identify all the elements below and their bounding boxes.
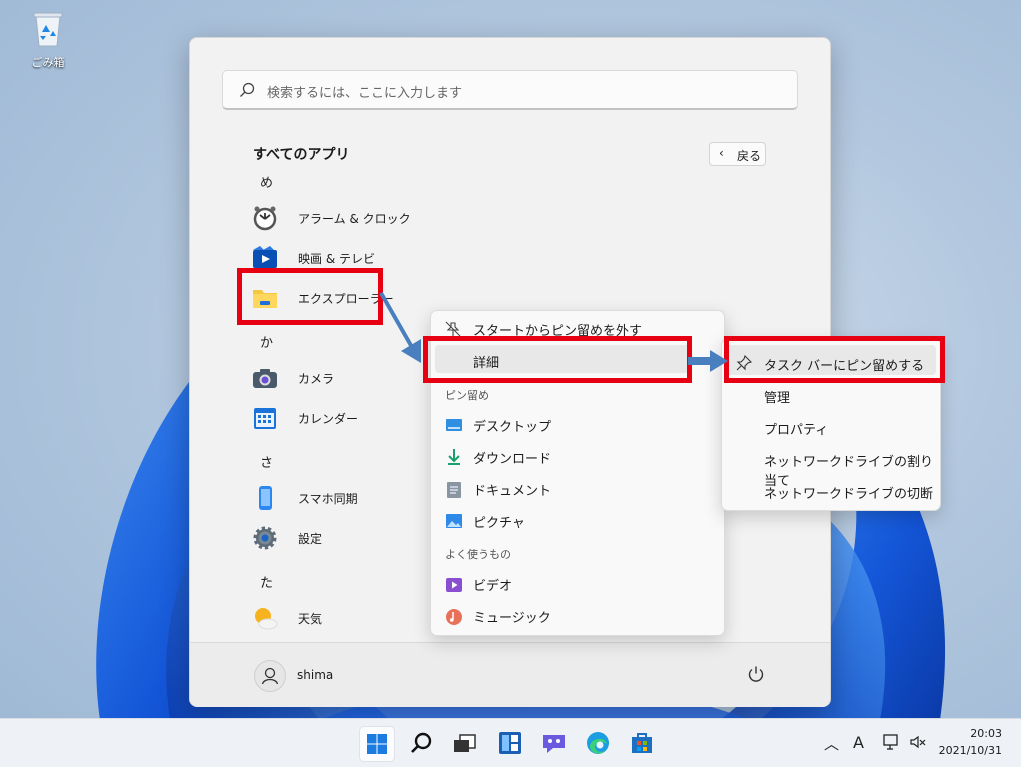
search-icon — [411, 732, 432, 753]
chat-button[interactable] — [537, 726, 571, 760]
frequent-section-header: よく使うもの — [445, 548, 511, 561]
back-button[interactable]: ‹ 戻る — [709, 142, 766, 166]
phone-link-icon — [259, 486, 272, 510]
recycle-bin-label: ごみ箱 — [31, 56, 65, 69]
task-view-icon — [454, 734, 476, 752]
unpin-icon — [445, 321, 461, 337]
edge-button[interactable] — [581, 726, 615, 760]
windows-logo-icon — [367, 734, 387, 754]
task-view-button[interactable] — [448, 726, 482, 760]
pinned-section-header: ピン留め — [445, 389, 489, 402]
store-icon — [632, 733, 652, 753]
documents-icon — [447, 482, 461, 498]
back-label: 戻る — [737, 149, 762, 163]
user-avatar[interactable] — [254, 660, 286, 692]
clock-time: 20:03 — [970, 727, 1002, 740]
pictures-icon — [446, 514, 462, 528]
app-alarm-clock[interactable]: アラーム & クロック — [252, 201, 522, 235]
recycle-bin-icon — [33, 12, 63, 47]
start-footer: shima — [190, 642, 830, 707]
music-item[interactable]: ミュージック — [473, 607, 551, 626]
letter-header[interactable]: か — [260, 332, 273, 351]
download-icon — [448, 449, 460, 465]
taskbar-search-button[interactable] — [404, 726, 438, 760]
start-button[interactable] — [359, 726, 395, 762]
chevron-left-icon: ‹ — [719, 146, 724, 160]
arrow-to-submenu-icon — [688, 350, 728, 372]
disconnect-network-drive-item[interactable]: ネットワークドライブの切断 — [764, 483, 933, 502]
power-icon[interactable] — [747, 665, 765, 683]
edge-icon — [587, 732, 609, 754]
taskbar: ︿ A 20:03 2021/10/31 — [0, 718, 1021, 767]
calendar-icon — [254, 408, 276, 429]
alarm-clock-icon — [253, 206, 277, 231]
app-name: 天気 — [298, 612, 323, 626]
letter-header[interactable]: た — [260, 572, 273, 591]
camera-icon — [253, 369, 277, 388]
search-placeholder: 検索するには、ここに入力します — [267, 86, 463, 101]
music-icon — [446, 609, 462, 625]
app-name: 映画 & テレビ — [298, 252, 375, 266]
settings-icon — [253, 526, 277, 550]
all-apps-title: すべてのアプリ — [253, 147, 350, 163]
search-icon — [240, 82, 255, 97]
documents-item[interactable]: ドキュメント — [473, 480, 551, 499]
recycle-bin[interactable]: ごみ箱 — [22, 8, 74, 70]
properties-item[interactable]: プロパティ — [764, 419, 828, 438]
videos-icon — [446, 578, 462, 592]
app-name: 設定 — [298, 532, 323, 546]
volume-muted-icon[interactable] — [909, 733, 927, 751]
search-box[interactable]: 検索するには、ここに入力します — [222, 70, 798, 110]
pictures-item[interactable]: ピクチャ — [473, 512, 525, 531]
clock-date: 2021/10/31 — [938, 744, 1002, 757]
videos-item[interactable]: ビデオ — [473, 575, 512, 594]
widgets-button[interactable] — [493, 726, 527, 760]
chat-icon — [543, 735, 565, 753]
more-highlight-box — [423, 336, 692, 383]
weather-icon — [255, 608, 278, 630]
letter-header[interactable]: め — [260, 172, 273, 191]
arrow-to-more-icon — [379, 292, 421, 363]
app-name: アラーム & クロック — [298, 212, 411, 226]
app-name: スマホ同期 — [298, 492, 358, 506]
downloads-item[interactable]: ダウンロード — [473, 448, 551, 467]
store-button[interactable] — [625, 726, 659, 760]
app-name: カレンダー — [298, 412, 359, 426]
app-name: カメラ — [298, 372, 335, 386]
clock[interactable]: 20:03 2021/10/31 — [938, 725, 1002, 759]
widgets-icon — [499, 732, 521, 754]
user-icon — [261, 667, 279, 685]
chevron-up-icon[interactable]: ︿ — [824, 733, 839, 754]
network-icon[interactable] — [883, 733, 901, 751]
desktop-item[interactable]: デスクトップ — [473, 416, 551, 435]
user-name[interactable]: shima — [297, 668, 333, 682]
desktop-icon — [446, 419, 462, 431]
pin-taskbar-highlight-box — [724, 336, 945, 383]
letter-header[interactable]: さ — [260, 452, 273, 471]
ime-indicator[interactable]: A — [853, 733, 864, 752]
explorer-highlight-box — [237, 268, 383, 325]
manage-item[interactable]: 管理 — [764, 387, 790, 406]
